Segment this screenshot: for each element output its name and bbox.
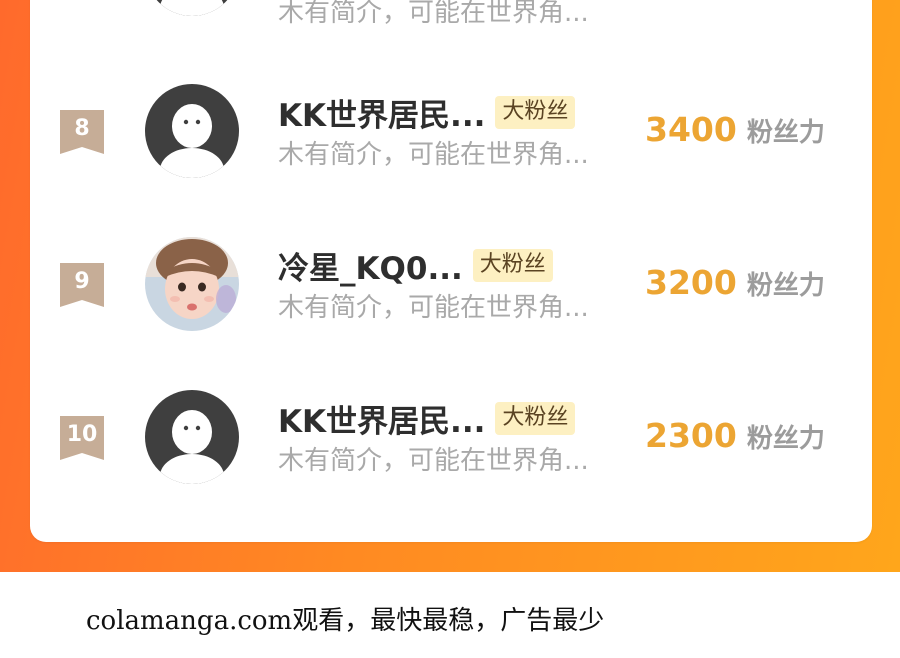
rank-badge: 8 (60, 110, 104, 154)
name-line: 冷星_KQ0... 大粉丝 (278, 243, 553, 288)
avatar[interactable] (145, 390, 239, 484)
user-name[interactable]: KK世界居民... (278, 396, 485, 441)
user-intro: 木有简介，可能在世界角... (278, 140, 589, 170)
fan-power: 3200 粉丝力 (645, 263, 825, 307)
name-line: KK世界居民... 大粉丝 (278, 90, 576, 135)
watermark-text: colamanga.com观看，最快最稳，广告最少 (86, 606, 605, 636)
ranking-row[interactable]: 10 KK世界居民... 大粉丝 木有简介，可能在世界角... 2300 粉丝力 (0, 378, 900, 498)
user-intro: 木有简介，可能在世界角... (278, 293, 589, 323)
fan-level-badge: 大粉丝 (495, 401, 576, 435)
fan-power-unit: 粉丝力 (746, 271, 825, 301)
avatar[interactable] (145, 0, 239, 16)
fan-power-unit: 粉丝力 (746, 118, 825, 148)
fan-power: 2300 粉丝力 (645, 416, 825, 460)
rank-badge: 10 (60, 416, 104, 460)
fan-power: 3400 粉丝力 (645, 110, 825, 154)
user-name[interactable]: 冷星_KQ0... (278, 243, 463, 288)
user-name[interactable]: KK世界居民... (278, 90, 485, 135)
avatar[interactable] (145, 237, 239, 331)
user-intro: 木有简介，可能在世界角... (278, 446, 589, 476)
fan-power-value: 3400 (645, 110, 737, 149)
fan-power-value: 2300 (645, 416, 737, 455)
user-intro: 木有简介，可能在世界角... (278, 0, 589, 28)
fan-level-badge: 大粉丝 (495, 95, 576, 129)
default-avatar-icon (145, 390, 239, 484)
avatar[interactable] (145, 84, 239, 178)
ranking-row-partial[interactable]: 木有简介，可能在世界角... (0, 0, 900, 60)
fan-power-unit: 粉丝力 (746, 424, 825, 454)
fan-level-badge: 大粉丝 (472, 248, 553, 282)
rank-badge: 9 (60, 263, 104, 307)
fan-power-value: 3200 (645, 263, 737, 302)
name-line: KK世界居民... 大粉丝 (278, 396, 576, 441)
default-avatar-icon (145, 84, 239, 178)
default-avatar-icon (145, 0, 239, 16)
child-photo-avatar-icon (145, 237, 239, 331)
ranking-row[interactable]: 8 KK世界居民... 大粉丝 木有简介，可能在世界角... 3400 粉丝力 (0, 72, 900, 192)
ranking-row[interactable]: 9 冷星_KQ0... 大粉丝 木有简介，可能在世界角... 3200 粉丝力 (0, 225, 900, 345)
